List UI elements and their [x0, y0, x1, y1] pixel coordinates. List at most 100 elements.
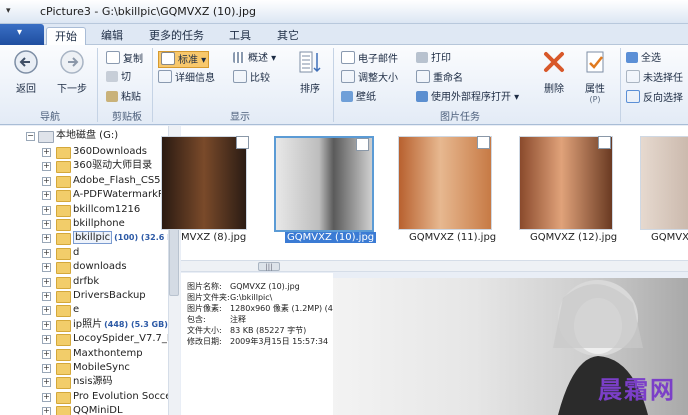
- standard-view-button[interactable]: 标准 ▾: [158, 51, 210, 68]
- tab-other[interactable]: 其它: [269, 27, 307, 45]
- tree-item[interactable]: + e: [0, 303, 170, 318]
- tree-item[interactable]: + d: [0, 246, 170, 260]
- collapse-toggle[interactable]: −: [26, 132, 35, 141]
- drive-row[interactable]: − 本地磁盘 (G:): [0, 129, 170, 143]
- overview-button[interactable]: 概述 ▾: [233, 51, 276, 66]
- expand-toggle[interactable]: +: [42, 320, 51, 330]
- thumbnail-checkbox[interactable]: [236, 136, 249, 149]
- sort-button[interactable]: 排序: [292, 49, 328, 101]
- tree-item-name: nsis源码: [73, 376, 113, 388]
- paste-button[interactable]: 粘贴: [106, 90, 141, 105]
- expand-toggle[interactable]: +: [42, 277, 51, 287]
- tree-item[interactable]: + bkillphone: [0, 217, 170, 231]
- app-menu-button[interactable]: ▾: [0, 24, 44, 45]
- tree-item[interactable]: + bkillcom1216: [0, 203, 170, 217]
- quick-access-icon[interactable]: ▾: [6, 6, 11, 16]
- thumbnail-scrollbar-thumb[interactable]: |||: [258, 262, 280, 271]
- properties-button[interactable]: 属性 (P): [577, 49, 613, 104]
- details-button[interactable]: 详细信息: [158, 70, 215, 85]
- delete-x-icon: [544, 52, 564, 72]
- tree-item[interactable]: + bkillpic (100) (32.6 MB): [0, 231, 179, 246]
- image-tasks-group-label: 图片任务: [440, 112, 480, 123]
- open-with-button[interactable]: 使用外部程序打开 ▾: [416, 90, 519, 105]
- standard-view-icon: [161, 52, 175, 65]
- expand-toggle[interactable]: +: [42, 392, 51, 402]
- tree-item[interactable]: + Maxthontemp: [0, 347, 170, 361]
- tab-start[interactable]: 开始: [46, 27, 86, 46]
- nav-group-label: 导航: [40, 112, 60, 123]
- tree-item[interactable]: + Adobe_Flash_CS5: [0, 174, 170, 188]
- folder-icon: [56, 377, 71, 390]
- ribbon: 返回 下一步 导航 复制 切 粘贴 剪贴板 标准 ▾ 详细信息 概述 ▾ 比较 …: [0, 45, 688, 125]
- forward-label: 下一步: [57, 84, 87, 95]
- expand-toggle[interactable]: +: [42, 378, 51, 388]
- expand-toggle[interactable]: +: [42, 162, 51, 172]
- resize-button[interactable]: 调整大小: [341, 70, 398, 85]
- thumbnail-checkbox[interactable]: [598, 136, 611, 149]
- details-icon: [158, 70, 172, 83]
- tab-tools[interactable]: 工具: [221, 27, 259, 45]
- clipboard-group-label: 剪贴板: [112, 112, 142, 123]
- tab-edit[interactable]: 编辑: [93, 27, 131, 45]
- expand-toggle[interactable]: +: [42, 292, 51, 301]
- delete-button[interactable]: 删除: [536, 49, 572, 101]
- expand-toggle[interactable]: +: [42, 248, 51, 258]
- expand-toggle[interactable]: +: [42, 349, 51, 359]
- folder-icon: [56, 190, 71, 203]
- cut-button[interactable]: 切: [106, 70, 131, 85]
- thumbnail-image[interactable]: [398, 136, 492, 230]
- wallpaper-icon: [341, 91, 353, 102]
- expand-toggle[interactable]: +: [42, 335, 51, 345]
- tree-item-label: bkillphone: [73, 217, 127, 231]
- tree-item[interactable]: +360驱动大师目录: [0, 159, 170, 174]
- thumbnail-caption-selected: GQMVXZ (10).jpg: [285, 232, 377, 243]
- print-button[interactable]: 打印: [416, 51, 451, 66]
- app-menu-glyph: ▾: [17, 27, 23, 38]
- expand-toggle[interactable]: +: [42, 234, 51, 244]
- info-key: 图片像素:: [187, 304, 222, 313]
- tree-item[interactable]: + QQMiniDL: [0, 404, 170, 415]
- tree-item[interactable]: + downloads: [0, 260, 170, 275]
- rename-button[interactable]: 重命名: [416, 70, 463, 85]
- thumbnail-image[interactable]: [519, 136, 613, 230]
- back-button[interactable]: 返回: [8, 49, 44, 101]
- tree-item[interactable]: + DriversBackup: [0, 289, 170, 303]
- tree-item-label: e: [73, 303, 81, 317]
- thumbnail-checkbox[interactable]: [356, 138, 369, 151]
- tree-item-name: Adobe_Flash_CS5: [73, 174, 161, 186]
- expand-toggle[interactable]: +: [42, 306, 51, 316]
- thumbnail-image[interactable]: [161, 136, 247, 230]
- tree-item[interactable]: + Pro Evolution Soccer: [0, 390, 176, 404]
- invert-selection-button[interactable]: 反向选择: [626, 90, 683, 105]
- tree-item[interactable]: + MobileSync: [0, 361, 170, 375]
- tree-item[interactable]: + drfbk: [0, 275, 170, 289]
- tree-item[interactable]: + nsis源码: [0, 375, 170, 390]
- select-all-button[interactable]: 全选: [626, 51, 661, 66]
- copy-button[interactable]: 复制: [106, 51, 143, 66]
- tree-item[interactable]: + ip照片 (448) (5.3 GB): [0, 318, 170, 332]
- email-button[interactable]: 电子邮件: [341, 51, 398, 66]
- expand-toggle[interactable]: +: [42, 176, 51, 186]
- expand-toggle[interactable]: +: [42, 220, 51, 229]
- tree-item-name: 360驱动大师目录: [73, 160, 153, 172]
- expand-toggle[interactable]: +: [42, 364, 51, 373]
- folder-icon: [56, 305, 71, 318]
- expand-toggle[interactable]: +: [42, 205, 51, 215]
- tree-item[interactable]: +360Downloads: [0, 145, 170, 159]
- folder-icon: [56, 391, 71, 404]
- thumbnail-image[interactable]: [640, 136, 688, 230]
- folder-icon: [56, 406, 71, 415]
- thumbnail-checkbox[interactable]: [477, 136, 490, 149]
- folder-icon: [56, 247, 71, 260]
- tree-item[interactable]: + LocoySpider_V7.7_Bu: [0, 332, 179, 347]
- expand-toggle[interactable]: +: [42, 148, 51, 157]
- expand-toggle[interactable]: +: [42, 191, 51, 201]
- select-none-button[interactable]: 未选择任: [626, 70, 683, 85]
- tree-item[interactable]: + A-PDFWatermarkPor: [0, 188, 174, 203]
- expand-toggle[interactable]: +: [42, 263, 51, 273]
- compare-button[interactable]: 比较: [233, 70, 270, 85]
- expand-toggle[interactable]: +: [42, 407, 51, 415]
- forward-button[interactable]: 下一步: [54, 49, 90, 101]
- tab-more-tasks[interactable]: 更多的任务: [141, 27, 212, 45]
- wallpaper-button[interactable]: 壁纸: [341, 90, 376, 105]
